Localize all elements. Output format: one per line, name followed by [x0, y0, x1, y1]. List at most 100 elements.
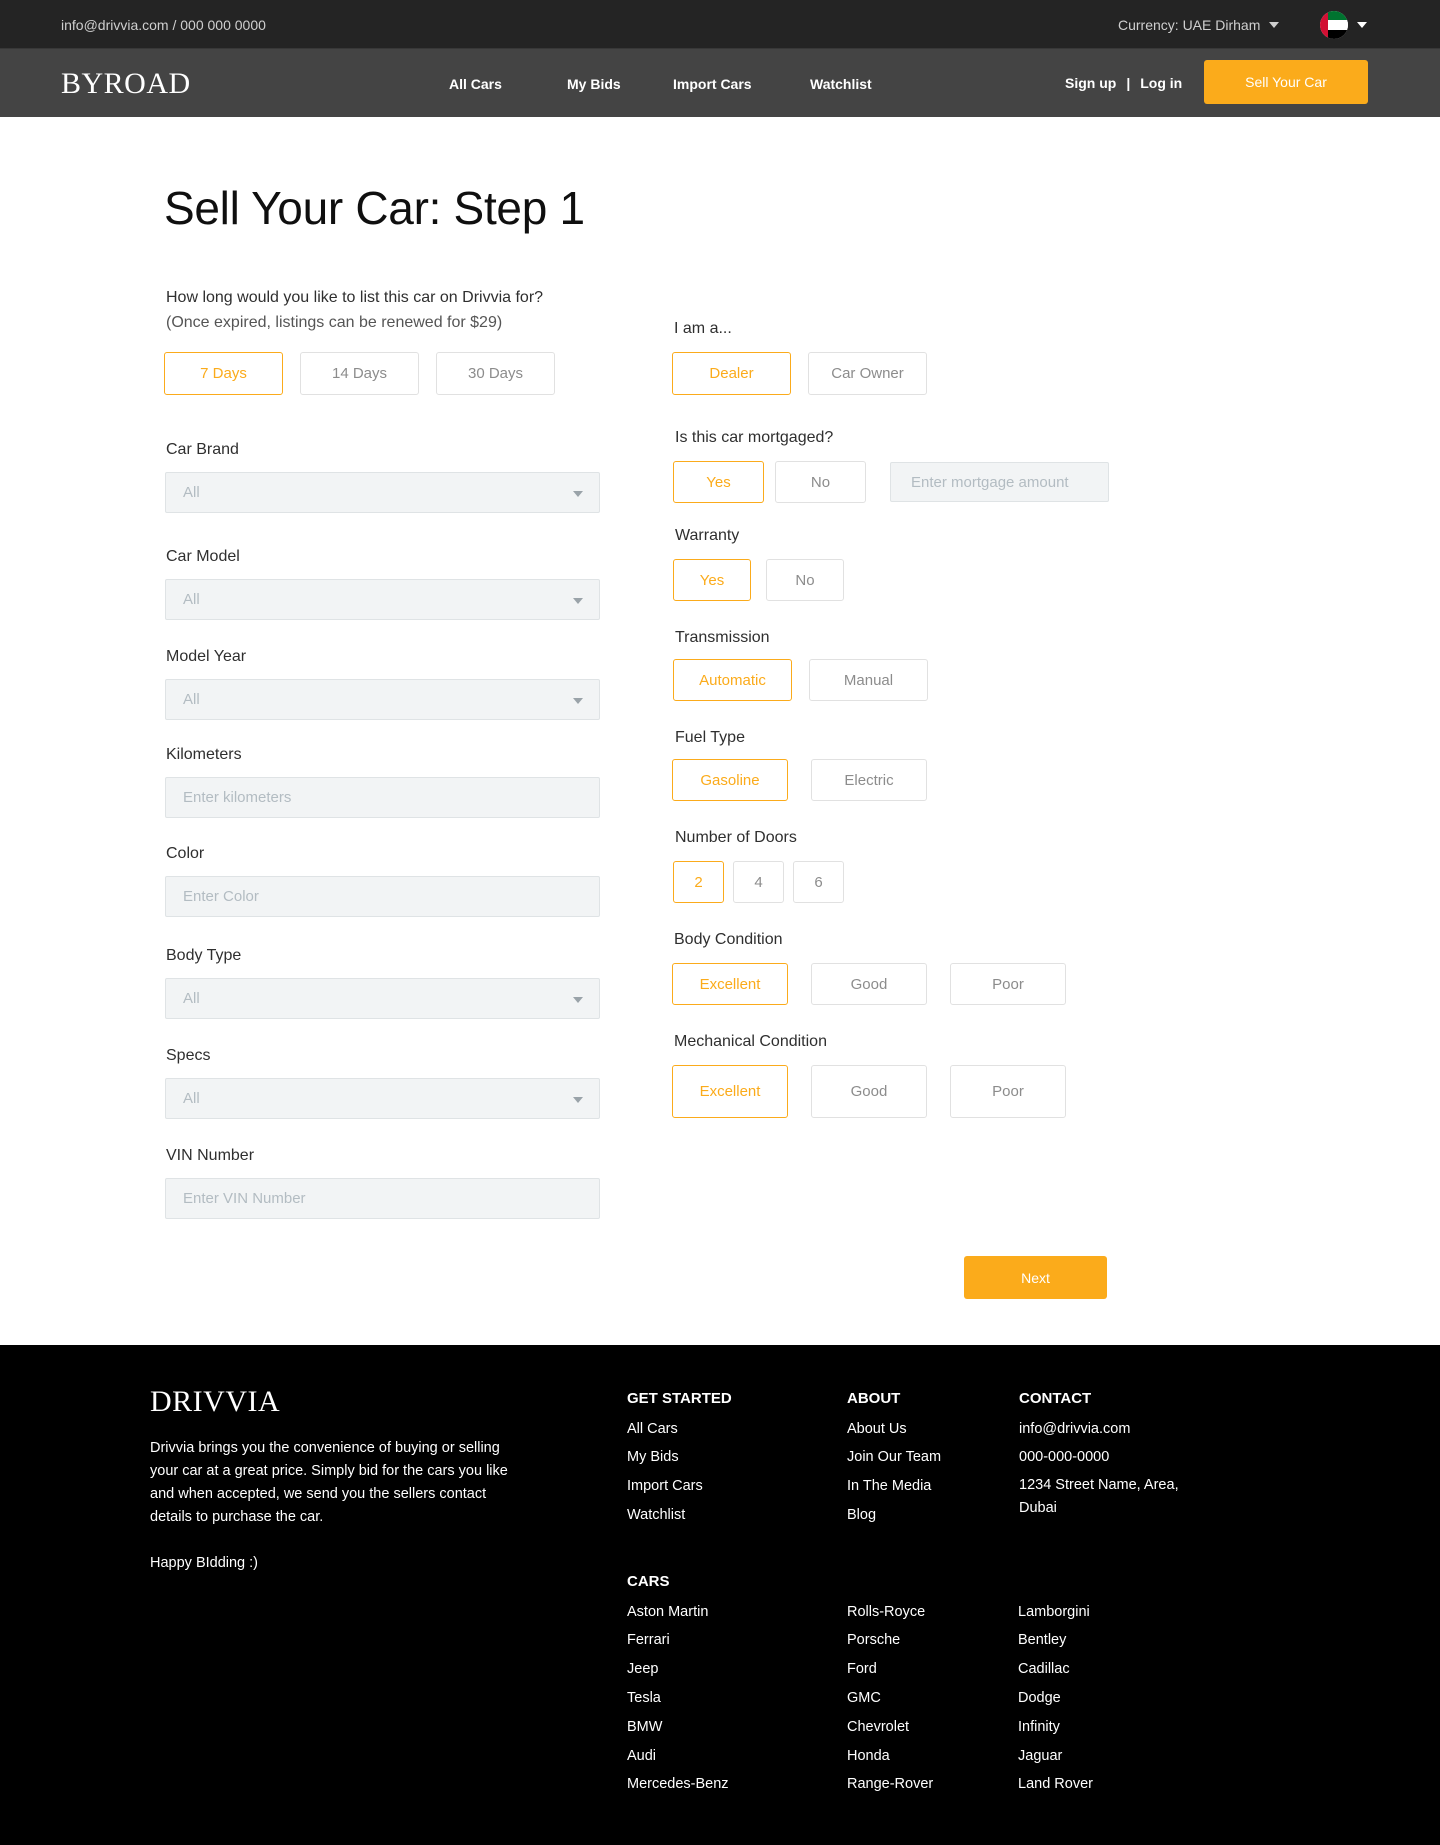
option-30-days[interactable]: 30 Days [436, 352, 555, 395]
body-condition-label: Body Condition [674, 931, 783, 948]
footer-car-link[interactable]: Land Rover [1018, 1776, 1093, 1792]
footer-car-link[interactable]: Chevrolet [847, 1719, 909, 1735]
footer-car-link[interactable]: Porsche [847, 1632, 900, 1648]
vin-label: VIN Number [166, 1147, 255, 1164]
option-dealer[interactable]: Dealer [672, 352, 791, 395]
color-input[interactable]: Enter Color [165, 876, 600, 917]
option-doors-2[interactable]: 2 [673, 861, 724, 903]
footer-link-join-our-team[interactable]: Join Our Team [847, 1449, 941, 1465]
language-selector[interactable] [1320, 11, 1367, 39]
option-mortgaged-no[interactable]: No [775, 461, 866, 503]
car-brand-value: All [183, 484, 200, 501]
footer-car-link[interactable]: Aston Martin [627, 1604, 708, 1620]
nav-import-cars[interactable]: Import Cars [673, 76, 752, 92]
chevron-down-icon [1269, 22, 1280, 28]
footer-car-link[interactable]: BMW [627, 1719, 662, 1735]
option-electric[interactable]: Electric [811, 759, 927, 801]
footer-tagline: Happy BIdding :) [150, 1555, 259, 1571]
mortgage-amount-placeholder: Enter mortgage amount [911, 473, 1069, 491]
model-year-select[interactable]: All [165, 679, 600, 720]
option-14-days[interactable]: 14 Days [300, 352, 419, 395]
footer-logo[interactable]: DRIVVIA [150, 1385, 280, 1419]
site-logo[interactable]: BYROAD [61, 67, 191, 101]
footer-car-link[interactable]: Audi [627, 1748, 656, 1764]
footer-heading-cars: CARS [627, 1573, 670, 1590]
footer-link-watchlist[interactable]: Watchlist [627, 1507, 685, 1523]
seller-type-label: I am a... [674, 320, 732, 337]
car-brand-select[interactable]: All [165, 472, 600, 513]
header-contact: info@drivvia.com / 000 000 0000 [61, 17, 266, 33]
specs-select[interactable]: All [165, 1078, 600, 1119]
car-model-select[interactable]: All [165, 579, 600, 620]
footer-car-link[interactable]: Cadillac [1018, 1661, 1070, 1677]
nav-my-bids[interactable]: My Bids [567, 76, 621, 92]
specs-value: All [183, 1090, 200, 1107]
nav-watchlist[interactable]: Watchlist [810, 76, 872, 92]
specs-label: Specs [166, 1047, 211, 1064]
footer-link-in-the-media[interactable]: In The Media [847, 1478, 931, 1494]
footer-car-link[interactable]: Honda [847, 1748, 890, 1764]
footer-link-import-cars[interactable]: Import Cars [627, 1478, 703, 1494]
option-mechanical-good[interactable]: Good [811, 1065, 927, 1118]
footer-car-link[interactable]: Dodge [1018, 1690, 1061, 1706]
option-gasoline[interactable]: Gasoline [672, 759, 788, 801]
body-type-value: All [183, 990, 200, 1007]
currency-selector[interactable]: Currency: UAE Dirham [1118, 17, 1280, 33]
footer-car-link[interactable]: Lamborgini [1018, 1604, 1090, 1620]
footer-description: Drivvia brings you the convenience of bu… [150, 1440, 508, 1525]
footer-car-link[interactable]: Mercedes-Benz [627, 1776, 729, 1792]
footer-link-my-bids[interactable]: My Bids [627, 1449, 679, 1465]
kilometers-label: Kilometers [166, 746, 242, 763]
vin-input[interactable]: Enter VIN Number [165, 1178, 600, 1219]
option-doors-4[interactable]: 4 [733, 861, 784, 903]
sell-your-car-button[interactable]: Sell Your Car [1204, 60, 1368, 104]
dropdown-arrow-icon [573, 491, 583, 497]
dropdown-arrow-icon [573, 698, 583, 704]
option-manual[interactable]: Manual [809, 659, 928, 701]
option-mechanical-excellent[interactable]: Excellent [672, 1065, 788, 1118]
footer-car-link[interactable]: Tesla [627, 1690, 661, 1706]
option-body-excellent[interactable]: Excellent [672, 963, 788, 1005]
footer-car-link[interactable]: Ferrari [627, 1632, 670, 1648]
chevron-down-icon [1357, 22, 1367, 28]
log-in-link[interactable]: Log in [1140, 75, 1182, 91]
footer-contact-address: 1234 Street Name, Area, Dubai [1019, 1477, 1179, 1516]
option-mechanical-poor[interactable]: Poor [950, 1065, 1066, 1118]
next-button[interactable]: Next [964, 1256, 1107, 1299]
footer-link-all-cars[interactable]: All Cars [627, 1421, 678, 1437]
footer-link-about-us[interactable]: About Us [847, 1421, 907, 1437]
footer-car-link[interactable]: Rolls-Royce [847, 1604, 925, 1620]
body-type-select[interactable]: All [165, 978, 600, 1019]
footer-car-link[interactable]: Ford [847, 1661, 877, 1677]
sign-up-link[interactable]: Sign up [1065, 75, 1116, 91]
model-year-value: All [183, 691, 200, 708]
footer-contact-email[interactable]: info@drivvia.com [1019, 1421, 1130, 1437]
footer-car-link[interactable]: Range-Rover [847, 1776, 933, 1792]
top-bar: info@drivvia.com / 000 000 0000 Currency… [0, 0, 1440, 49]
option-warranty-no[interactable]: No [766, 559, 844, 601]
fuel-type-label: Fuel Type [675, 729, 745, 746]
footer-car-link[interactable]: Jeep [627, 1661, 658, 1677]
warranty-label: Warranty [675, 527, 740, 544]
kilometers-input[interactable]: Enter kilometers [165, 777, 600, 818]
option-warranty-yes[interactable]: Yes [673, 559, 751, 601]
option-car-owner[interactable]: Car Owner [808, 352, 927, 395]
doors-label: Number of Doors [675, 829, 797, 846]
option-automatic[interactable]: Automatic [673, 659, 792, 701]
listing-note: (Once expired, listings can be renewed f… [166, 314, 503, 331]
footer-link-blog[interactable]: Blog [847, 1507, 876, 1523]
option-body-good[interactable]: Good [811, 963, 927, 1005]
color-placeholder: Enter Color [183, 888, 259, 905]
option-body-poor[interactable]: Poor [950, 963, 1066, 1005]
option-doors-6[interactable]: 6 [793, 861, 844, 903]
footer-car-link[interactable]: Bentley [1018, 1632, 1066, 1648]
footer-contact-phone[interactable]: 000-000-0000 [1019, 1449, 1109, 1465]
footer-car-link[interactable]: Jaguar [1018, 1748, 1062, 1764]
footer-car-link[interactable]: GMC [847, 1690, 881, 1706]
mortgage-amount-input[interactable]: Enter mortgage amount [890, 462, 1109, 502]
option-mortgaged-yes[interactable]: Yes [673, 461, 764, 503]
nav-all-cars[interactable]: All Cars [449, 76, 502, 92]
footer-car-link[interactable]: Infinity [1018, 1719, 1060, 1735]
option-7-days[interactable]: 7 Days [164, 352, 283, 395]
listing-question: How long would you like to list this car… [166, 289, 544, 306]
